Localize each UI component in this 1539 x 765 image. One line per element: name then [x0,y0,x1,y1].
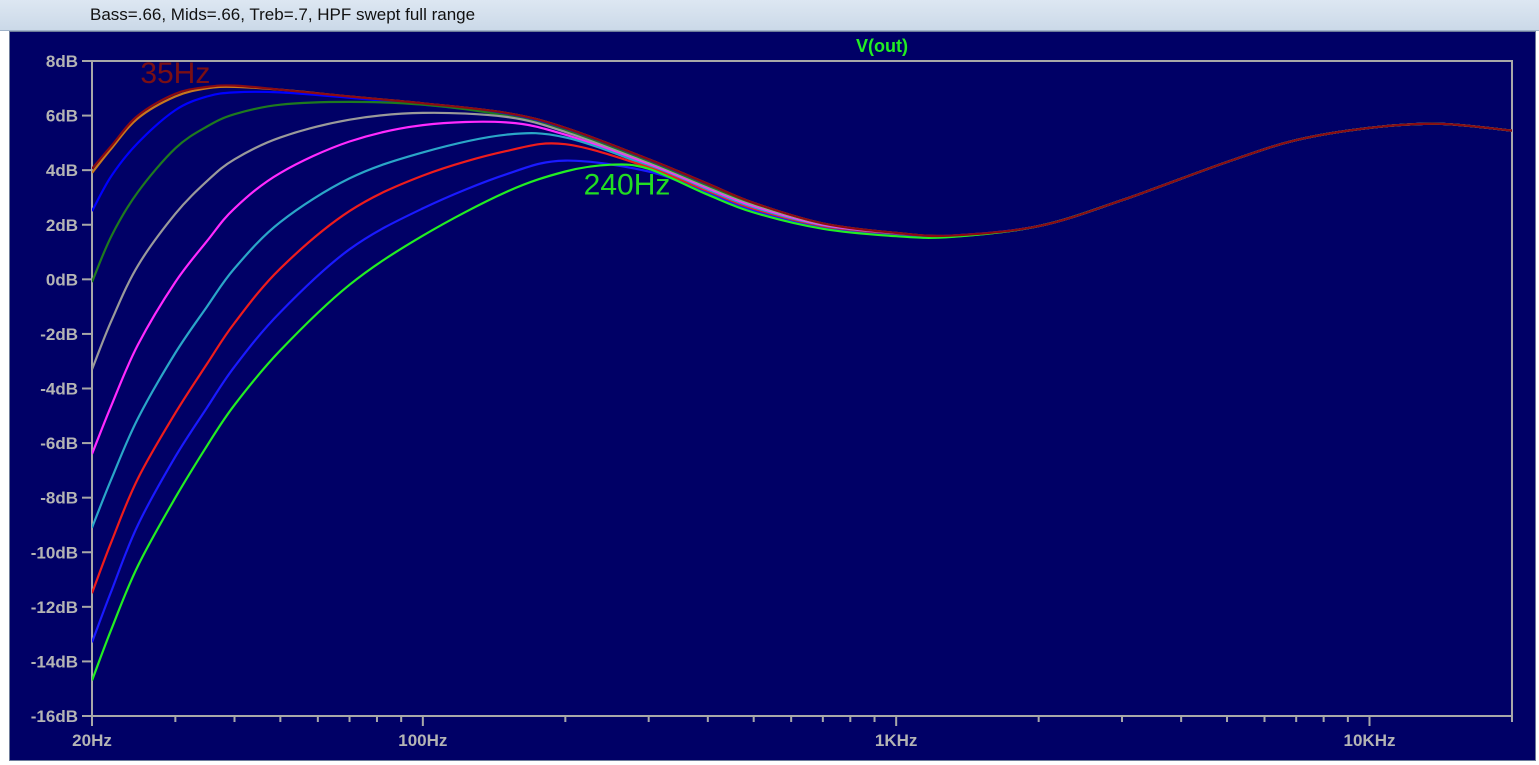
app-window: Bass=.66, Mids=.66, Treb=.7, HPF swept f… [0,0,1539,765]
x-tick-label: 20Hz [72,731,112,750]
y-tick-label: 0dB [46,270,78,289]
y-tick-label: -10dB [31,543,78,562]
y-tick-label: -16dB [31,707,78,726]
annotation-label-1: 240Hz [584,169,671,202]
y-tick-label: -8dB [40,489,78,508]
bode-plot[interactable]: V(out) 8dB 6dB 4dB 2dB 0dB -2dB -4dB -6dB -8dB -10… [10,32,1535,760]
y-tick-label: -2dB [40,325,78,344]
y-tick-label: 6dB [46,107,78,126]
y-tick-label: -12dB [31,598,78,617]
series-line-6 [92,122,1512,594]
window-title: Bass=.66, Mids=.66, Treb=.7, HPF swept f… [90,5,476,24]
series-line-0 [92,85,1512,238]
annotation-label-0: 35Hz [140,57,210,90]
series-line-7 [92,122,1512,643]
series-line-3 [92,111,1512,370]
plot-panel[interactable]: V(out) 8dB 6dB 4dB 2dB 0dB -2dB -4dB -6dB -8dB -10… [9,31,1536,761]
window-titlebar[interactable]: Bass=.66, Mids=.66, Treb=.7, HPF swept f… [0,0,1539,31]
x-tick-label: 100Hz [398,731,447,750]
series-line-8 [92,122,1512,681]
y-tick-label: -4dB [40,380,78,399]
y-tick-label: -14dB [31,652,78,671]
y-tick-label: -6dB [40,434,78,453]
x-tick-label: 10KHz [1344,731,1396,750]
chart-title: V(out) [856,36,908,56]
y-tick-label: 8dB [46,52,78,71]
series-group [92,84,1512,681]
x-tick-label: 1KHz [875,731,918,750]
series-line-1 [92,90,1512,238]
y-tick-label: 4dB [46,161,78,180]
y-tick-label: 2dB [46,216,78,235]
